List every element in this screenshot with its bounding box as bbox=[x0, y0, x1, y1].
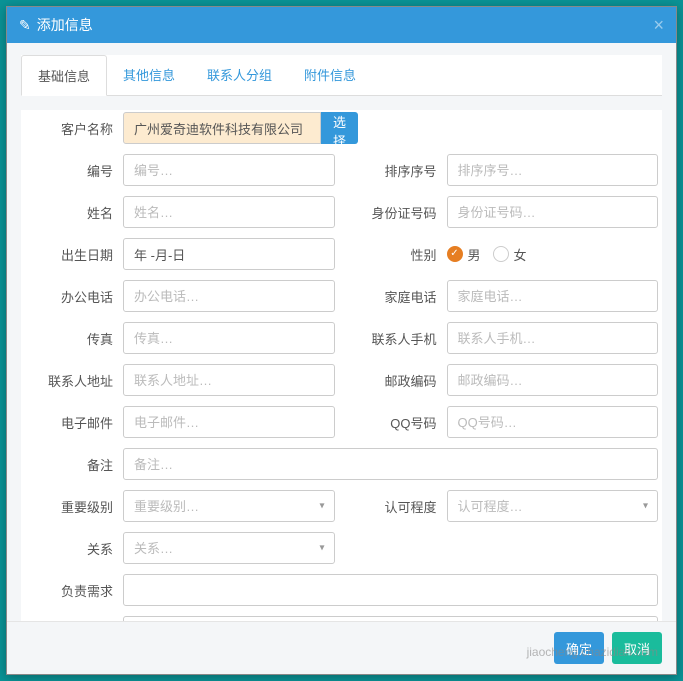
postal-input[interactable] bbox=[447, 364, 659, 396]
label-name: 姓名 bbox=[25, 203, 123, 222]
radio-unchecked-icon bbox=[493, 246, 509, 262]
dialog-title: 添加信息 bbox=[19, 15, 93, 35]
label-birth: 出生日期 bbox=[25, 245, 123, 264]
tab-other[interactable]: 其他信息 bbox=[107, 55, 191, 95]
label-contact-addr: 联系人地址 bbox=[25, 371, 123, 390]
label-office-phone: 办公电话 bbox=[25, 287, 123, 306]
birth-input[interactable] bbox=[123, 238, 335, 270]
label-postal: 邮政编码 bbox=[349, 371, 447, 390]
gender-male-label: 男 bbox=[468, 245, 481, 264]
importance-select[interactable] bbox=[123, 490, 335, 522]
label-home-phone: 家庭电话 bbox=[349, 287, 447, 306]
label-remark: 备注 bbox=[25, 455, 123, 474]
dialog-body: 基础信息 其他信息 联系人分组 附件信息 客户名称 选择客户 编号 bbox=[7, 43, 676, 621]
dialog-header: 添加信息 × bbox=[7, 7, 676, 43]
label-importance: 重要级别 bbox=[25, 497, 123, 516]
dialog-title-text: 添加信息 bbox=[37, 15, 93, 35]
close-icon[interactable]: × bbox=[653, 16, 664, 34]
pencil-icon bbox=[19, 17, 31, 34]
code-input[interactable] bbox=[123, 154, 335, 186]
recognition-select[interactable] bbox=[447, 490, 659, 522]
sort-no-input[interactable] bbox=[447, 154, 659, 186]
office-phone-input[interactable] bbox=[123, 280, 335, 312]
remark-input[interactable] bbox=[123, 448, 658, 480]
tab-basic[interactable]: 基础信息 bbox=[21, 55, 107, 96]
watermark: jiaocheng.chazidian.com bbox=[527, 645, 658, 659]
tab-attachment[interactable]: 附件信息 bbox=[288, 55, 372, 95]
select-customer-button[interactable]: 选择客户 bbox=[321, 112, 358, 144]
label-gender: 性别 bbox=[349, 245, 447, 264]
contact-addr-input[interactable] bbox=[123, 364, 335, 396]
label-responsibility: 负责需求 bbox=[25, 581, 123, 600]
id-card-input[interactable] bbox=[447, 196, 659, 228]
label-code: 编号 bbox=[25, 161, 123, 180]
label-relation: 关系 bbox=[25, 539, 123, 558]
radio-checked-icon bbox=[447, 246, 463, 262]
form-area: 客户名称 选择客户 编号 排序序号 bbox=[21, 110, 662, 621]
tabs: 基础信息 其他信息 联系人分组 附件信息 bbox=[21, 55, 662, 96]
customer-name-input[interactable] bbox=[123, 112, 321, 144]
qq-input[interactable] bbox=[447, 406, 659, 438]
name-input[interactable] bbox=[123, 196, 335, 228]
email-input[interactable] bbox=[123, 406, 335, 438]
gender-female-radio[interactable]: 女 bbox=[493, 245, 527, 264]
tab-contact-group[interactable]: 联系人分组 bbox=[191, 55, 288, 95]
gender-male-radio[interactable]: 男 bbox=[447, 245, 481, 264]
gender-female-label: 女 bbox=[514, 245, 527, 264]
label-contact-mobile: 联系人手机 bbox=[349, 329, 447, 348]
label-customer-name: 客户名称 bbox=[25, 119, 123, 138]
home-phone-input[interactable] bbox=[447, 280, 659, 312]
dialog: 添加信息 × 基础信息 其他信息 联系人分组 附件信息 客户名称 选择客户 bbox=[6, 6, 677, 675]
label-id-card: 身份证号码 bbox=[349, 203, 447, 222]
label-qq: QQ号码 bbox=[349, 413, 447, 432]
fax-input[interactable] bbox=[123, 322, 335, 354]
relation-select[interactable] bbox=[123, 532, 335, 564]
label-fax: 传真 bbox=[25, 329, 123, 348]
gender-radio-group: 男 女 bbox=[447, 245, 659, 264]
label-recognition: 认可程度 bbox=[349, 497, 447, 516]
contact-mobile-input[interactable] bbox=[447, 322, 659, 354]
label-email: 电子邮件 bbox=[25, 413, 123, 432]
label-sort-no: 排序序号 bbox=[349, 161, 447, 180]
responsibility-input[interactable] bbox=[123, 574, 658, 606]
